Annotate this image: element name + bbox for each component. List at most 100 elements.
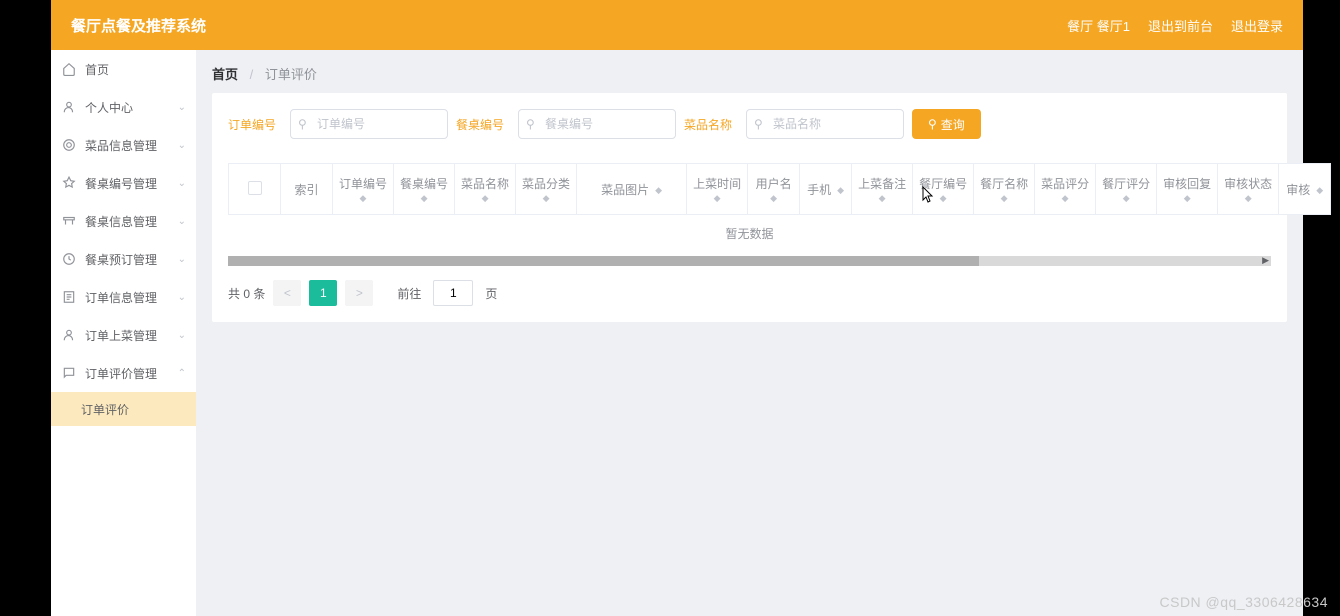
- checkbox-icon[interactable]: [248, 181, 262, 195]
- col-dishimg[interactable]: 菜品图片◆: [577, 164, 687, 215]
- col-restno[interactable]: 餐厅编号◆: [913, 164, 974, 215]
- col-tableno[interactable]: 餐桌编号◆: [394, 164, 455, 215]
- sort-icon: ◆: [421, 194, 428, 203]
- breadcrumb-separator: /: [250, 67, 254, 82]
- header-user[interactable]: 餐厅 餐厅1: [1067, 16, 1130, 35]
- pagination-next[interactable]: >: [345, 280, 373, 306]
- main-content: 首页 / 订单评价 订单编号 ⚲ 餐桌编号 ⚲ 菜品名称: [196, 50, 1303, 616]
- sidebar-item-label: 订单评价管理: [85, 365, 157, 382]
- sidebar-item-home[interactable]: 首页: [51, 50, 196, 88]
- pagination-page-1[interactable]: 1: [309, 280, 337, 306]
- search-label-table: 餐桌编号: [456, 116, 506, 133]
- col-username[interactable]: 用户名◆: [748, 164, 800, 215]
- col-phone[interactable]: 手机◆: [800, 164, 852, 215]
- search-button-label: 查询: [941, 116, 965, 133]
- sidebar-item-label: 餐桌预订管理: [85, 251, 157, 268]
- sidebar-item-serve[interactable]: 订单上菜管理 ⌄: [51, 316, 196, 354]
- search-button[interactable]: ⚲ 查询: [912, 109, 981, 139]
- search-icon: ⚲: [928, 117, 937, 131]
- chevron-up-icon: ⌃: [178, 368, 186, 379]
- pagination-goto-label: 前往: [397, 285, 421, 302]
- chevron-down-icon: ⌄: [178, 254, 186, 265]
- chevron-down-icon: ⌄: [178, 216, 186, 227]
- chevron-down-icon: ⌄: [178, 330, 186, 341]
- sidebar-item-label: 餐桌信息管理: [85, 213, 157, 230]
- sort-icon: ◆: [543, 194, 550, 203]
- sidebar-item-order[interactable]: 订单信息管理 ⌄: [51, 278, 196, 316]
- header-logout[interactable]: 退出登录: [1231, 16, 1283, 35]
- chevron-down-icon: ⌄: [178, 102, 186, 113]
- search-icon: ⚲: [526, 117, 535, 131]
- sidebar-item-label: 菜品信息管理: [85, 137, 157, 154]
- search-panel: 订单编号 ⚲ 餐桌编号 ⚲ 菜品名称 ⚲: [212, 93, 1287, 322]
- sort-icon: ◆: [1062, 194, 1069, 203]
- sort-icon: ◆: [770, 194, 777, 203]
- search-input-table[interactable]: [518, 109, 676, 139]
- col-reply[interactable]: 审核回复◆: [1157, 164, 1218, 215]
- sort-icon: ◆: [360, 194, 367, 203]
- chevron-down-icon: ⌄: [178, 140, 186, 151]
- search-icon: ⚲: [754, 117, 763, 131]
- breadcrumb-home[interactable]: 首页: [212, 67, 238, 82]
- scroll-right-icon: ▶: [1262, 255, 1269, 266]
- app-header: 餐厅点餐及推荐系统 餐厅 餐厅1 退出到前台 退出登录: [51, 0, 1303, 50]
- col-dishname[interactable]: 菜品名称◆: [455, 164, 516, 215]
- sort-icon: ◆: [879, 194, 886, 203]
- dish-icon: [61, 137, 77, 153]
- sidebar-item-profile[interactable]: 个人中心 ⌄: [51, 88, 196, 126]
- sidebar-item-reservation[interactable]: 餐桌预订管理 ⌄: [51, 240, 196, 278]
- header-logout-front[interactable]: 退出到前台: [1148, 16, 1213, 35]
- scrollbar-thumb[interactable]: [228, 256, 979, 266]
- col-restscore[interactable]: 餐厅评分◆: [1096, 164, 1157, 215]
- sidebar-item-label: 个人中心: [85, 99, 133, 116]
- search-label-dish: 菜品名称: [684, 116, 734, 133]
- sidebar-item-review[interactable]: 订单评价管理 ⌃: [51, 354, 196, 392]
- order-icon: [61, 289, 77, 305]
- col-index[interactable]: 索引: [281, 164, 333, 215]
- col-orderno[interactable]: 订单编号◆: [333, 164, 394, 215]
- sidebar-item-tableinfo[interactable]: 餐桌信息管理 ⌄: [51, 202, 196, 240]
- app-title: 餐厅点餐及推荐系统: [71, 15, 206, 36]
- sidebar-item-dish[interactable]: 菜品信息管理 ⌄: [51, 126, 196, 164]
- col-dishscore[interactable]: 菜品评分◆: [1035, 164, 1096, 215]
- clock-icon: [61, 251, 77, 267]
- sidebar-sub-review[interactable]: 订单评价: [51, 392, 196, 426]
- data-table: 索引 订单编号◆ 餐桌编号◆ 菜品名称◆ 菜品分类◆ 菜品图片◆ 上菜时间◆ 用…: [228, 163, 1271, 306]
- sort-icon: ◆: [940, 194, 947, 203]
- sort-icon: ◆: [482, 194, 489, 203]
- sidebar-item-label: 订单上菜管理: [85, 327, 157, 344]
- breadcrumb-current: 订单评价: [265, 67, 317, 82]
- search-input-dish[interactable]: [746, 109, 904, 139]
- sort-icon: ◆: [1316, 186, 1323, 195]
- sidebar-item-label: 餐桌编号管理: [85, 175, 157, 192]
- col-status[interactable]: 审核状态◆: [1218, 164, 1279, 215]
- home-icon: [61, 61, 77, 77]
- tag-icon: [61, 175, 77, 191]
- sort-icon: ◆: [655, 186, 662, 195]
- sort-icon: ◆: [1245, 194, 1252, 203]
- col-servetime[interactable]: 上菜时间◆: [687, 164, 748, 215]
- pagination-goto-suffix: 页: [485, 285, 497, 302]
- chevron-down-icon: ⌄: [178, 178, 186, 189]
- sort-icon: ◆: [837, 186, 844, 195]
- search-input-order[interactable]: [290, 109, 448, 139]
- col-note[interactable]: 上菜备注◆: [852, 164, 913, 215]
- col-restname[interactable]: 餐厅名称◆: [974, 164, 1035, 215]
- sidebar-item-label: 订单信息管理: [85, 289, 157, 306]
- table-horizontal-scrollbar[interactable]: ◀ ▶: [228, 256, 1271, 266]
- serve-icon: [61, 327, 77, 343]
- watermark-text: CSDN @qq_3306428634: [1160, 594, 1329, 610]
- no-data-text: 暂无数据: [228, 215, 1271, 252]
- col-audit[interactable]: 审核◆: [1279, 164, 1331, 215]
- sidebar-item-tablenum[interactable]: 餐桌编号管理 ⌄: [51, 164, 196, 202]
- pagination-prev[interactable]: <: [273, 280, 301, 306]
- sort-icon: ◆: [1001, 194, 1008, 203]
- sidebar-sub-label: 订单评价: [81, 401, 129, 418]
- pagination-goto-input[interactable]: [433, 280, 473, 306]
- col-checkbox[interactable]: [229, 164, 281, 215]
- user-icon: [61, 99, 77, 115]
- chevron-down-icon: ⌄: [178, 292, 186, 303]
- col-dishcat[interactable]: 菜品分类◆: [516, 164, 577, 215]
- sort-icon: ◆: [714, 194, 721, 203]
- sidebar-item-label: 首页: [85, 61, 109, 78]
